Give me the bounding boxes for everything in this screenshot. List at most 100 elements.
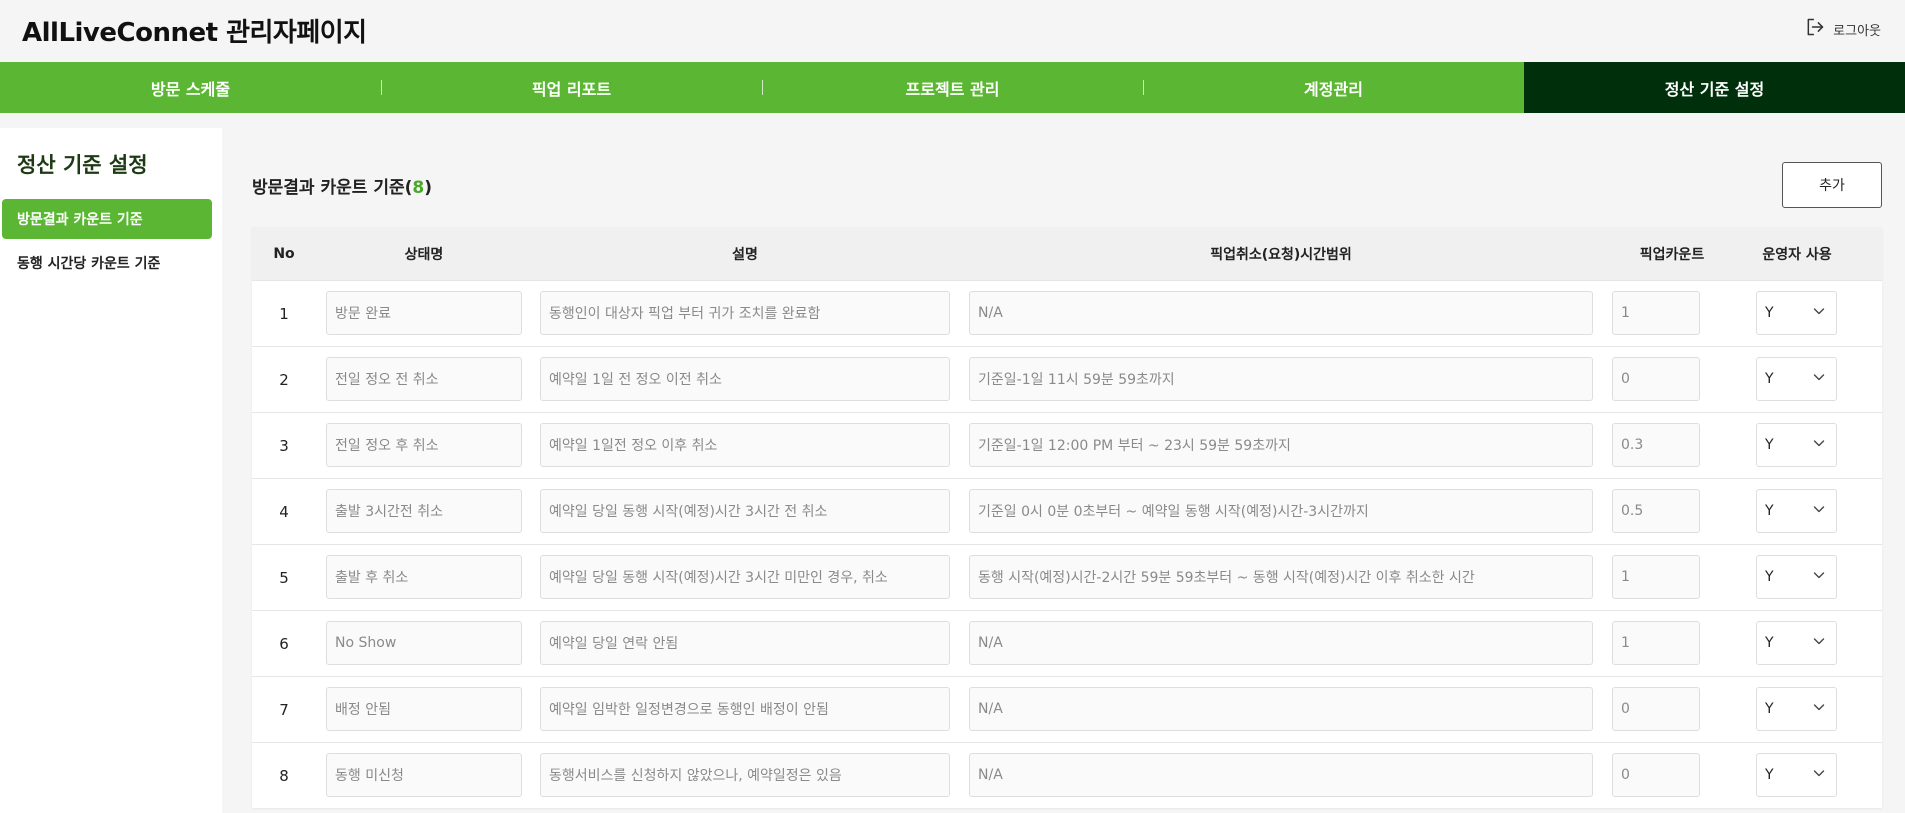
pickup-count-input[interactable] xyxy=(1612,687,1700,731)
status-name-input[interactable] xyxy=(326,753,522,797)
nav-account-management[interactable]: 계정관리 xyxy=(1143,62,1524,113)
status-name-input[interactable] xyxy=(326,687,522,731)
logout-label: 로그아웃 xyxy=(1833,23,1881,39)
chevron-down-icon xyxy=(1812,304,1826,322)
time-range-input[interactable] xyxy=(969,687,1593,731)
top-bar: AllLiveConnet 관리자페이지 로그아웃 xyxy=(0,0,1905,62)
operator-use-value: Y xyxy=(1765,503,1774,519)
pickup-count-input[interactable] xyxy=(1612,423,1700,467)
time-range-input[interactable] xyxy=(969,621,1593,665)
time-range-input[interactable] xyxy=(969,489,1593,533)
add-button[interactable]: 추가 xyxy=(1782,162,1882,208)
table-body: 1 Y 2 Y 3 Y xyxy=(252,280,1882,808)
header-no: No xyxy=(273,245,295,262)
table-row: 8 Y xyxy=(252,742,1882,808)
operator-use-value: Y xyxy=(1765,635,1774,651)
row-no: 3 xyxy=(279,437,289,455)
table-row: 3 Y xyxy=(252,412,1882,478)
header-cancel-time-range: 픽업취소(요청)시간범위 xyxy=(1210,246,1352,263)
table-row: 6 Y xyxy=(252,610,1882,676)
operator-use-select[interactable]: Y xyxy=(1756,687,1837,731)
table-row: 7 Y xyxy=(252,676,1882,742)
sidebar: 정산 기준 설정 방문결과 카운트 기준 동행 시간당 카운트 기준 xyxy=(0,128,222,813)
operator-use-select[interactable]: Y xyxy=(1756,621,1837,665)
nav-pickup-report[interactable]: 픽업 리포트 xyxy=(381,62,762,113)
pickup-count-input[interactable] xyxy=(1612,753,1700,797)
sidebar-item-visit-result-count[interactable]: 방문결과 카운트 기준 xyxy=(2,199,212,239)
header-status-name: 상태명 xyxy=(404,246,444,263)
table-row: 5 Y xyxy=(252,544,1882,610)
description-input[interactable] xyxy=(540,423,950,467)
nav-settlement-settings[interactable]: 정산 기준 설정 xyxy=(1524,62,1905,113)
description-input[interactable] xyxy=(540,489,950,533)
status-name-input[interactable] xyxy=(326,555,522,599)
header-pickup-count: 픽업카운트 xyxy=(1639,246,1705,263)
table-row: 2 Y xyxy=(252,346,1882,412)
operator-use-select[interactable]: Y xyxy=(1756,489,1837,533)
time-range-input[interactable] xyxy=(969,357,1593,401)
logout-icon xyxy=(1805,17,1825,41)
operator-use-select[interactable]: Y xyxy=(1756,555,1837,599)
logout-button[interactable]: 로그아웃 xyxy=(1805,17,1881,41)
section-title-close: ) xyxy=(424,178,432,198)
operator-use-value: Y xyxy=(1765,767,1774,783)
table-row: 1 Y xyxy=(252,280,1882,346)
status-name-input[interactable] xyxy=(326,621,522,665)
time-range-input[interactable] xyxy=(969,423,1593,467)
pickup-count-input[interactable] xyxy=(1612,291,1700,335)
operator-use-value: Y xyxy=(1765,305,1774,321)
table-header: No 상태명 설명 픽업취소(요청)시간범위 픽업카운트 운영자 사용 xyxy=(252,227,1882,280)
nav-project-management[interactable]: 프로젝트 관리 xyxy=(762,62,1143,113)
chevron-down-icon xyxy=(1812,370,1826,388)
pickup-count-input[interactable] xyxy=(1612,555,1700,599)
section-title: 방문결과 카운트 기준(8) xyxy=(252,173,432,198)
operator-use-select[interactable]: Y xyxy=(1756,753,1837,797)
row-no: 6 xyxy=(279,635,289,653)
header-operator-use: 운영자 사용 xyxy=(1762,246,1832,263)
row-no: 2 xyxy=(279,371,289,389)
sidebar-item-hourly-count[interactable]: 동행 시간당 카운트 기준 xyxy=(2,243,212,283)
status-name-input[interactable] xyxy=(326,357,522,401)
status-name-input[interactable] xyxy=(326,291,522,335)
nav-visit-schedule[interactable]: 방문 스케줄 xyxy=(0,62,381,113)
description-input[interactable] xyxy=(540,621,950,665)
chevron-down-icon xyxy=(1812,568,1826,586)
section-title-text: 방문결과 카운트 기준( xyxy=(252,178,413,198)
app-title: AllLiveConnet 관리자페이지 xyxy=(22,18,367,48)
pickup-count-input[interactable] xyxy=(1612,621,1700,665)
criteria-table: No 상태명 설명 픽업취소(요청)시간범위 픽업카운트 운영자 사용 1 Y … xyxy=(252,227,1882,808)
operator-use-value: Y xyxy=(1765,569,1774,585)
description-input[interactable] xyxy=(540,291,950,335)
main-nav: 방문 스케줄 픽업 리포트 프로젝트 관리 계정관리 정산 기준 설정 xyxy=(0,62,1905,113)
operator-use-value: Y xyxy=(1765,437,1774,453)
chevron-down-icon xyxy=(1812,502,1826,520)
row-no: 4 xyxy=(279,503,289,521)
chevron-down-icon xyxy=(1812,436,1826,454)
description-input[interactable] xyxy=(540,555,950,599)
operator-use-select[interactable]: Y xyxy=(1756,423,1837,467)
pickup-count-input[interactable] xyxy=(1612,357,1700,401)
operator-use-select[interactable]: Y xyxy=(1756,357,1837,401)
time-range-input[interactable] xyxy=(969,291,1593,335)
sidebar-title: 정산 기준 설정 xyxy=(17,153,148,177)
pickup-count-input[interactable] xyxy=(1612,489,1700,533)
row-no: 5 xyxy=(279,569,289,587)
operator-use-value: Y xyxy=(1765,371,1774,387)
status-name-input[interactable] xyxy=(326,489,522,533)
row-no: 1 xyxy=(279,305,289,323)
status-name-input[interactable] xyxy=(326,423,522,467)
row-no: 8 xyxy=(279,767,289,785)
operator-use-value: Y xyxy=(1765,701,1774,717)
chevron-down-icon xyxy=(1812,634,1826,652)
header-description: 설명 xyxy=(732,246,758,263)
description-input[interactable] xyxy=(540,357,950,401)
chevron-down-icon xyxy=(1812,700,1826,718)
time-range-input[interactable] xyxy=(969,555,1593,599)
time-range-input[interactable] xyxy=(969,753,1593,797)
section-count: 8 xyxy=(412,178,425,198)
description-input[interactable] xyxy=(540,753,950,797)
operator-use-select[interactable]: Y xyxy=(1756,291,1837,335)
description-input[interactable] xyxy=(540,687,950,731)
row-no: 7 xyxy=(279,701,289,719)
table-row: 4 Y xyxy=(252,478,1882,544)
